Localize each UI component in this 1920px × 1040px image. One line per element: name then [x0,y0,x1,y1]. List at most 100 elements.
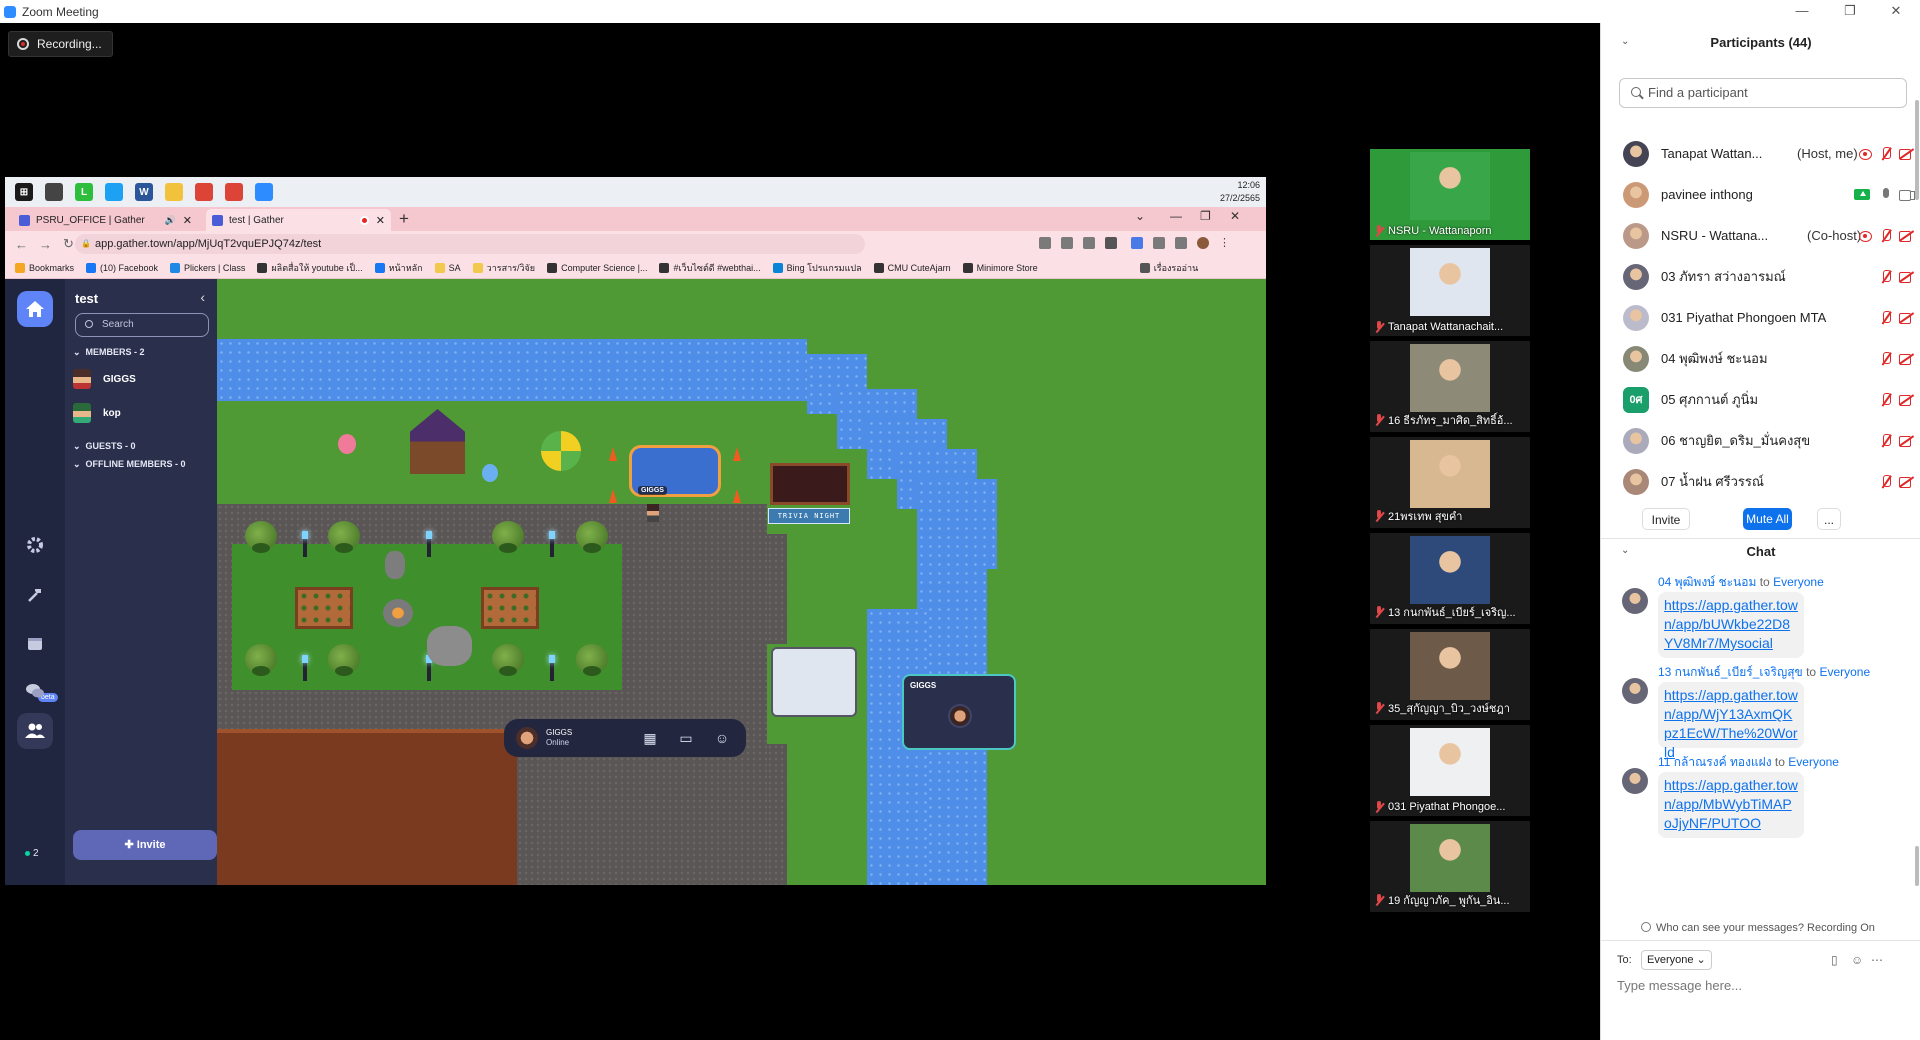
screen-share-icon[interactable]: ▭ [678,730,694,746]
more-icon[interactable]: ⋯ [1871,953,1885,967]
browser-restore-icon[interactable]: ❐ [1200,209,1211,223]
browser-tab-active[interactable]: test | Gather ✕ [206,209,391,231]
bookmark-item[interactable]: Minimore Store [962,262,1038,273]
word-app-icon[interactable]: W [135,183,153,201]
extension-icon[interactable] [1131,237,1143,249]
invite-button[interactable]: Invite [1642,508,1690,530]
windows-start-icon[interactable]: ⊞ [15,183,33,201]
new-tab-icon[interactable]: + [399,209,409,229]
star-icon[interactable] [1105,237,1117,249]
participant-row[interactable]: 07 น้ำฝน ศรีวรรณ์ [1601,461,1920,502]
self-video-tile[interactable]: GIGGS [902,674,1016,750]
url-field[interactable]: app.gather.town/app/MjUqT2vquEPJQ74z/tes… [75,234,865,254]
tab-close-icon[interactable]: ✕ [183,214,192,227]
mute-all-button[interactable]: Mute All [1743,508,1792,530]
mic-muted-icon[interactable] [1878,351,1894,367]
member-item[interactable]: GIGGS [73,369,136,389]
video-tile[interactable]: 13 กนกพันธ์_เบียร์_เจริญ... [1370,533,1530,624]
home-icon[interactable] [17,291,53,327]
user-status[interactable]: GIGGS Online [546,728,572,748]
mic-icon[interactable] [1878,187,1894,203]
more-options-button[interactable]: ... [1817,508,1841,530]
scrollbar[interactable] [1915,846,1919,886]
recording-indicator[interactable]: Recording... [8,31,113,57]
video-icon[interactable] [1898,187,1915,203]
bookmark-item[interactable]: Computer Science |... [547,262,647,273]
participant-row[interactable]: Tanapat Wattan... (Host, me) [1601,133,1920,174]
close-icon[interactable]: ✕ [1874,0,1918,23]
video-off-icon[interactable] [1898,474,1914,490]
bookmark-item[interactable]: หน้าหลัก [374,261,423,275]
mic-muted-icon[interactable] [1878,228,1894,244]
file-icon[interactable]: ▯ [1831,953,1845,967]
task-view-icon[interactable] [45,183,63,201]
bookmark-item[interactable]: ผลิตสื่อให้ youtube เป็... [257,261,363,275]
chat-message-input[interactable]: Type message here... [1617,978,1742,993]
gather-map[interactable]: TRIVIA NIGHT GIGGS GIGGS Online ▦ ▭ ☺ GI… [217,279,1266,885]
menu-icon[interactable]: ⋮ [1219,237,1231,249]
video-tile[interactable]: 35_สุกัญญา_บิว_วงษ์ชฎา [1370,629,1530,720]
bookmark-item[interactable]: Plickers | Class [170,262,245,273]
participant-row[interactable]: 03 ภัทรา สว่างอารมณ์ [1601,256,1920,297]
participant-row[interactable]: 04 พุฒิพงษ์ ชะนอม [1601,338,1920,379]
video-off-icon[interactable] [1898,269,1914,285]
restore-icon[interactable]: ❐ [1828,0,1872,23]
participants-icon[interactable] [17,713,53,749]
browser-tab[interactable]: PSRU_OFFICE | Gather 🔊 ✕ [13,209,198,231]
video-tile[interactable]: 16 ธีรภัทร_มาศิด_สิทธิ์อ้... [1370,341,1530,432]
translate-ext-icon[interactable] [1061,237,1073,249]
collapse-panel-icon[interactable]: ‹ [200,289,205,305]
chat-link[interactable]: https://app.gather.town/app/bUWkbe22D8YV… [1658,592,1804,658]
participant-row[interactable]: 031 Piyathat Phongoen MTA [1601,297,1920,338]
share-ext-icon[interactable] [1083,237,1095,249]
forward-icon[interactable]: → [39,237,53,252]
video-off-icon[interactable] [1898,433,1914,449]
emoji-icon[interactable]: ☺ [1851,953,1865,967]
offline-section-header[interactable]: ⌄ OFFLINE MEMBERS - 0 [73,459,186,470]
bookmark-item[interactable]: #เว็บไซต์ดี #webthai... [659,261,761,275]
chat-message-header[interactable]: 04 พุฒิพงษ์ ชะนอม to Everyone [1658,573,1824,592]
puzzle-icon[interactable] [1153,237,1165,249]
video-off-icon[interactable] [1898,146,1914,162]
zoom-app-icon[interactable] [255,183,273,201]
video-off-icon[interactable] [1898,228,1914,244]
bookmark-item[interactable]: SA [434,262,461,273]
line-app-icon[interactable]: L [75,183,93,201]
edge-browser-icon[interactable] [105,183,123,201]
video-tile[interactable]: 19 กัญญาภัค_ พูกัน_อิน... [1370,821,1530,912]
participant-row[interactable]: 0ศ 05 ศุภกานต์ ภูนิ่ม [1601,379,1920,420]
build-hammer-icon[interactable] [17,577,53,613]
camera-ext-icon[interactable] [1039,237,1051,249]
mic-muted-icon[interactable] [1878,392,1894,408]
video-off-icon[interactable] [1898,392,1914,408]
participant-row[interactable]: pavinee inthong [1601,174,1920,215]
find-participant-input[interactable]: Find a participant [1619,78,1907,108]
scrollbar[interactable] [1915,100,1919,200]
recipient-select[interactable]: Everyone ⌄ [1641,950,1712,970]
members-section-header[interactable]: ⌄ MEMBERS - 2 [73,347,145,358]
guests-section-header[interactable]: ⌄ GUESTS - 0 [73,441,136,452]
bookmark-item[interactable]: Bing โปรแกรมแปล [772,261,862,275]
mic-muted-icon[interactable] [1878,433,1894,449]
chat-link[interactable]: https://app.gather.town/app/MbWybTiMAPoJ… [1658,772,1804,838]
map-icon[interactable]: ▦ [642,730,658,746]
mic-muted-icon[interactable] [1878,146,1894,162]
browser-close-icon[interactable]: ✕ [1230,209,1240,223]
member-item[interactable]: kop [73,403,121,423]
video-off-icon[interactable] [1898,310,1914,326]
participant-row[interactable]: 06 ชาญยิต_ดริม_มั่นคงสุข [1601,420,1920,461]
member-search-input[interactable]: Search [75,313,209,337]
video-tile[interactable]: 031 Piyathat Phongoe... [1370,725,1530,816]
reading-list-item[interactable]: เรื่องรออ่าน [1139,261,1198,275]
minimize-icon[interactable]: — [1780,0,1824,23]
media-icon[interactable] [1175,237,1187,249]
speaker-icon[interactable]: 🔊 [165,215,176,226]
recording-badge-icon[interactable] [1858,228,1874,244]
chat-message-header[interactable]: 11 กล้าณรงค์ ทองแฝง to Everyone [1658,753,1839,772]
settings-gear-icon[interactable] [17,527,53,563]
mic-muted-icon[interactable] [1878,269,1894,285]
participant-row[interactable]: NSRU - Wattana... (Co-host) [1601,215,1920,256]
chat-bubbles-icon[interactable] [17,673,53,709]
chat-privacy-note[interactable]: Who can see your messages? Recording On [1641,922,1875,934]
tab-search-icon[interactable]: ⌄ [1135,209,1145,223]
